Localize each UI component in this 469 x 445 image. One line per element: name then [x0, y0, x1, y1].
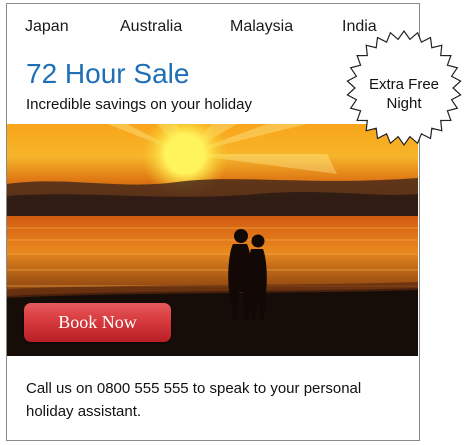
nav-item-australia[interactable]: Australia	[120, 18, 182, 36]
nav-item-malaysia[interactable]: Malaysia	[230, 18, 293, 36]
extra-free-night-badge: Extra Free Night	[344, 28, 464, 148]
contact-text: Call us on 0800 555 555 to speak to your…	[26, 380, 362, 420]
book-now-button[interactable]: Book Now	[24, 303, 171, 342]
nav-item-japan[interactable]: Japan	[25, 18, 69, 36]
hero-image: Book Now	[7, 124, 418, 356]
badge-line-1: Extra Free	[368, 76, 440, 93]
sale-title: 72 Hour Sale	[26, 58, 190, 89]
badge-line-2: Night	[386, 95, 422, 112]
sale-subtitle: Incredible savings on your holiday	[26, 96, 252, 113]
